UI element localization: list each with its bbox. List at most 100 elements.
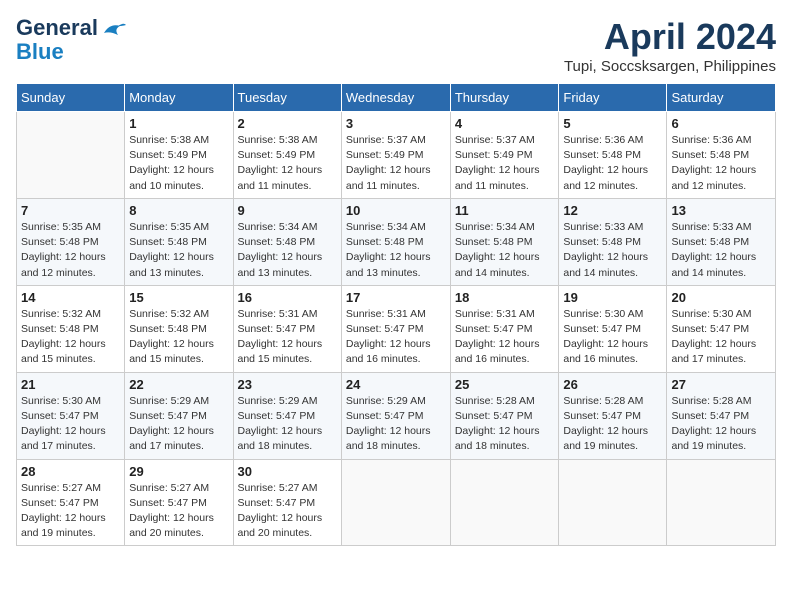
- calendar-day-cell: 13Sunrise: 5:33 AMSunset: 5:48 PMDayligh…: [667, 198, 776, 285]
- day-info: Sunrise: 5:29 AMSunset: 5:47 PMDaylight:…: [129, 394, 228, 455]
- day-number: 15: [129, 290, 228, 305]
- calendar-week-row: 28 Sunrise: 5:27 AMSunset: 5:47 PMDayligh…: [17, 459, 776, 546]
- day-number: 12: [563, 203, 662, 218]
- day-number: 30: [238, 464, 337, 479]
- day-number: 25: [455, 377, 555, 392]
- calendar-day-cell: 16 Sunrise: 5:31 AMSunset: 5:47 PMDayligh…: [233, 285, 341, 372]
- calendar-day-cell: 25 Sunrise: 5:28 AMSunset: 5:47 PMDayligh…: [450, 372, 559, 459]
- day-number: 7: [21, 203, 120, 218]
- day-number: 4: [455, 116, 555, 131]
- calendar-day-cell: 6 Sunrise: 5:36 AMSunset: 5:48 PMDaylight…: [667, 112, 776, 199]
- day-info: Sunrise: 5:34 AMSunset: 5:48 PMDaylight:…: [238, 220, 337, 281]
- day-number: 3: [346, 116, 446, 131]
- day-info: Sunrise: 5:29 AMSunset: 5:47 PMDaylight:…: [238, 394, 337, 455]
- day-number: 14: [21, 290, 120, 305]
- day-number: 28: [21, 464, 120, 479]
- weekday-header: Wednesday: [341, 84, 450, 112]
- day-number: 17: [346, 290, 446, 305]
- day-number: 16: [238, 290, 337, 305]
- calendar-day-cell: 4 Sunrise: 5:37 AMSunset: 5:49 PMDaylight…: [450, 112, 559, 199]
- calendar-week-row: 1 Sunrise: 5:38 AMSunset: 5:49 PMDaylight…: [17, 112, 776, 199]
- day-info: Sunrise: 5:33 AMSunset: 5:48 PMDaylight:…: [563, 220, 662, 281]
- weekday-header: Sunday: [17, 84, 125, 112]
- day-info: Sunrise: 5:37 AMSunset: 5:49 PMDaylight:…: [455, 133, 555, 194]
- calendar-day-cell: 11Sunrise: 5:34 AMSunset: 5:48 PMDayligh…: [450, 198, 559, 285]
- day-number: 26: [563, 377, 662, 392]
- weekday-header: Saturday: [667, 84, 776, 112]
- day-info: Sunrise: 5:35 AMSunset: 5:48 PMDaylight:…: [129, 220, 228, 281]
- day-number: 1: [129, 116, 228, 131]
- day-number: 23: [238, 377, 337, 392]
- day-info: Sunrise: 5:27 AMSunset: 5:47 PMDaylight:…: [21, 481, 120, 542]
- calendar-day-cell: 20Sunrise: 5:30 AMSunset: 5:47 PMDayligh…: [667, 285, 776, 372]
- day-number: 5: [563, 116, 662, 131]
- calendar-day-cell: 26Sunrise: 5:28 AMSunset: 5:47 PMDayligh…: [559, 372, 667, 459]
- calendar-day-cell: 15 Sunrise: 5:32 AMSunset: 5:48 PMDayligh…: [125, 285, 233, 372]
- calendar-day-cell: 7Sunrise: 5:35 AMSunset: 5:48 PMDaylight…: [17, 198, 125, 285]
- day-info: Sunrise: 5:33 AMSunset: 5:48 PMDaylight:…: [671, 220, 771, 281]
- day-number: 10: [346, 203, 446, 218]
- weekday-header: Tuesday: [233, 84, 341, 112]
- day-info: Sunrise: 5:32 AMSunset: 5:48 PMDaylight:…: [21, 307, 120, 368]
- day-info: Sunrise: 5:30 AMSunset: 5:47 PMDaylight:…: [671, 307, 771, 368]
- calendar-day-cell: [341, 459, 450, 546]
- calendar-day-cell: [667, 459, 776, 546]
- calendar-week-row: 21 Sunrise: 5:30 AMSunset: 5:47 PMDayligh…: [17, 372, 776, 459]
- calendar-week-row: 7 Sunrise: 5:35 AMSunset: 5:48 PMDaylight…: [17, 198, 776, 285]
- day-info: Sunrise: 5:38 AMSunset: 5:49 PMDaylight:…: [238, 133, 337, 194]
- calendar-day-cell: 30 Sunrise: 5:27 AMSunset: 5:47 PMDayligh…: [233, 459, 341, 546]
- weekday-header: Monday: [125, 84, 233, 112]
- calendar-day-cell: 21 Sunrise: 5:30 AMSunset: 5:47 PMDayligh…: [17, 372, 125, 459]
- calendar-day-cell: 9Sunrise: 5:34 AMSunset: 5:48 PMDaylight…: [233, 198, 341, 285]
- calendar-day-cell: [559, 459, 667, 546]
- calendar-table: SundayMondayTuesdayWednesdayThursdayFrid…: [16, 83, 776, 546]
- day-info: Sunrise: 5:34 AMSunset: 5:48 PMDaylight:…: [346, 220, 446, 281]
- calendar-day-cell: 27 Sunrise: 5:28 AMSunset: 5:47 PMDayligh…: [667, 372, 776, 459]
- weekday-header: Thursday: [450, 84, 559, 112]
- day-info: Sunrise: 5:28 AMSunset: 5:47 PMDaylight:…: [671, 394, 771, 455]
- title-area: April 2024 Tupi, Soccsksargen, Philippin…: [564, 16, 776, 75]
- day-number: 29: [129, 464, 228, 479]
- day-info: Sunrise: 5:36 AMSunset: 5:48 PMDaylight:…: [563, 133, 662, 194]
- calendar-day-cell: 23 Sunrise: 5:29 AMSunset: 5:47 PMDayligh…: [233, 372, 341, 459]
- month-title: April 2024: [564, 16, 776, 58]
- calendar-day-cell: 5 Sunrise: 5:36 AMSunset: 5:48 PMDaylight…: [559, 112, 667, 199]
- day-info: Sunrise: 5:30 AMSunset: 5:47 PMDaylight:…: [563, 307, 662, 368]
- calendar-day-cell: 3 Sunrise: 5:37 AMSunset: 5:49 PMDaylight…: [341, 112, 450, 199]
- day-number: 11: [455, 203, 555, 218]
- day-number: 21: [21, 377, 120, 392]
- day-number: 8: [129, 203, 228, 218]
- day-number: 22: [129, 377, 228, 392]
- day-info: Sunrise: 5:27 AMSunset: 5:47 PMDaylight:…: [238, 481, 337, 542]
- calendar-day-cell: 2 Sunrise: 5:38 AMSunset: 5:49 PMDaylight…: [233, 112, 341, 199]
- day-info: Sunrise: 5:29 AMSunset: 5:47 PMDaylight:…: [346, 394, 446, 455]
- calendar-day-cell: 29 Sunrise: 5:27 AMSunset: 5:47 PMDayligh…: [125, 459, 233, 546]
- calendar-day-cell: [17, 112, 125, 199]
- calendar-day-cell: 22 Sunrise: 5:29 AMSunset: 5:47 PMDayligh…: [125, 372, 233, 459]
- day-info: Sunrise: 5:31 AMSunset: 5:47 PMDaylight:…: [238, 307, 337, 368]
- day-info: Sunrise: 5:28 AMSunset: 5:47 PMDaylight:…: [455, 394, 555, 455]
- calendar-week-row: 14 Sunrise: 5:32 AMSunset: 5:48 PMDayligh…: [17, 285, 776, 372]
- day-info: Sunrise: 5:36 AMSunset: 5:48 PMDaylight:…: [671, 133, 771, 194]
- calendar-day-cell: 8 Sunrise: 5:35 AMSunset: 5:48 PMDaylight…: [125, 198, 233, 285]
- location: Tupi, Soccsksargen, Philippines: [564, 58, 776, 75]
- day-number: 2: [238, 116, 337, 131]
- day-number: 6: [671, 116, 771, 131]
- logo-blue: Blue: [16, 39, 64, 64]
- day-info: Sunrise: 5:30 AMSunset: 5:47 PMDaylight:…: [21, 394, 120, 455]
- day-number: 24: [346, 377, 446, 392]
- logo: GeneralBlue: [16, 16, 128, 64]
- day-info: Sunrise: 5:32 AMSunset: 5:48 PMDaylight:…: [129, 307, 228, 368]
- calendar-day-cell: 17 Sunrise: 5:31 AMSunset: 5:47 PMDayligh…: [341, 285, 450, 372]
- calendar-day-cell: 18Sunrise: 5:31 AMSunset: 5:47 PMDayligh…: [450, 285, 559, 372]
- day-info: Sunrise: 5:31 AMSunset: 5:47 PMDaylight:…: [346, 307, 446, 368]
- logo-bird-icon: [100, 21, 128, 41]
- day-number: 27: [671, 377, 771, 392]
- calendar-day-cell: 10 Sunrise: 5:34 AMSunset: 5:48 PMDayligh…: [341, 198, 450, 285]
- day-info: Sunrise: 5:37 AMSunset: 5:49 PMDaylight:…: [346, 133, 446, 194]
- day-info: Sunrise: 5:27 AMSunset: 5:47 PMDaylight:…: [129, 481, 228, 542]
- calendar-day-cell: 12 Sunrise: 5:33 AMSunset: 5:48 PMDayligh…: [559, 198, 667, 285]
- day-info: Sunrise: 5:38 AMSunset: 5:49 PMDaylight:…: [129, 133, 228, 194]
- day-number: 19: [563, 290, 662, 305]
- calendar-day-cell: 28 Sunrise: 5:27 AMSunset: 5:47 PMDayligh…: [17, 459, 125, 546]
